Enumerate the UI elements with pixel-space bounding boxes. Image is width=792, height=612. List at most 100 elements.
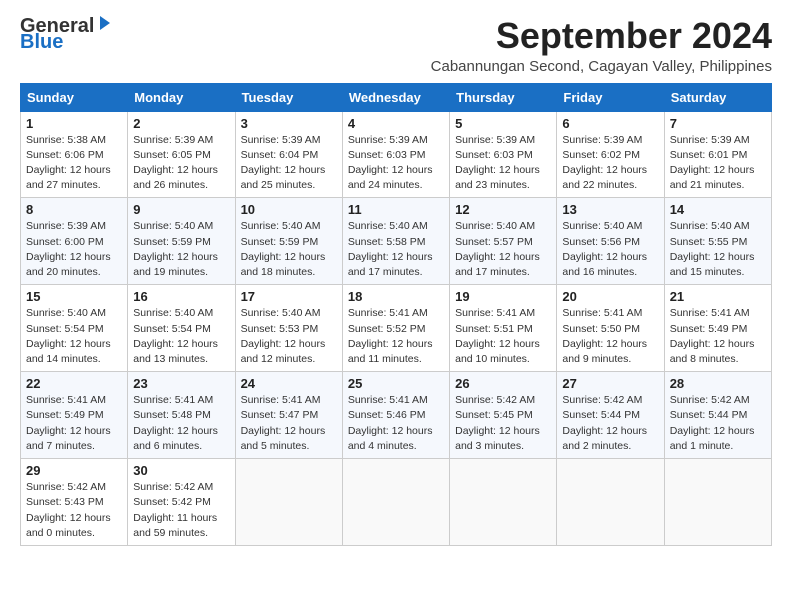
weekday-header-monday: Monday bbox=[128, 83, 235, 111]
calendar-cell: 19 Sunrise: 5:41 AM Sunset: 5:51 PM Dayli… bbox=[450, 285, 557, 372]
day-info: Sunrise: 5:42 AM Sunset: 5:42 PM Dayligh… bbox=[133, 480, 229, 541]
day-info: Sunrise: 5:40 AM Sunset: 5:54 PM Dayligh… bbox=[133, 306, 229, 367]
calendar-cell: 27Sunrise: 5:42 AM Sunset: 5:44 PM Dayli… bbox=[557, 372, 664, 459]
calendar-cell: 11Sunrise: 5:40 AM Sunset: 5:58 PM Dayli… bbox=[342, 198, 449, 285]
day-number: 28 bbox=[670, 376, 766, 391]
calendar-cell: 9Sunrise: 5:40 AM Sunset: 5:59 PM Daylig… bbox=[128, 198, 235, 285]
day-number: 18 bbox=[348, 289, 444, 304]
day-info: Sunrise: 5:42 AM Sunset: 5:44 PM Dayligh… bbox=[562, 393, 658, 454]
day-info: Sunrise: 5:40 AM Sunset: 5:57 PM Dayligh… bbox=[455, 219, 551, 280]
calendar-week-2: 8Sunrise: 5:39 AM Sunset: 6:00 PM Daylig… bbox=[21, 198, 772, 285]
title-block: September 2024 Cabannungan Second, Cagay… bbox=[431, 16, 772, 75]
day-number: 4 bbox=[348, 116, 444, 131]
calendar-week-5: 29Sunrise: 5:42 AM Sunset: 5:43 PM Dayli… bbox=[21, 459, 772, 546]
calendar-cell bbox=[557, 459, 664, 546]
day-info: Sunrise: 5:40 AM Sunset: 5:59 PM Dayligh… bbox=[241, 219, 337, 280]
day-number: 29 bbox=[26, 463, 122, 478]
day-number: 26 bbox=[455, 376, 551, 391]
day-info: Sunrise: 5:40 AM Sunset: 5:54 PM Dayligh… bbox=[26, 306, 122, 367]
day-number: 14 bbox=[670, 202, 766, 217]
day-info: Sunrise: 5:41 AM Sunset: 5:49 PM Dayligh… bbox=[26, 393, 122, 454]
calendar-header-row: SundayMondayTuesdayWednesdayThursdayFrid… bbox=[21, 83, 772, 111]
day-info: Sunrise: 5:41 AM Sunset: 5:51 PM Dayligh… bbox=[455, 306, 551, 367]
day-number: 24 bbox=[241, 376, 337, 391]
calendar-cell: 26 Sunrise: 5:42 AM Sunset: 5:45 PM Dayli… bbox=[450, 372, 557, 459]
calendar-cell: 14 Sunrise: 5:40 AM Sunset: 5:55 PM Dayli… bbox=[664, 198, 771, 285]
day-number: 21 bbox=[670, 289, 766, 304]
day-number: 15 bbox=[26, 289, 122, 304]
day-number: 17 bbox=[241, 289, 337, 304]
calendar-cell bbox=[235, 459, 342, 546]
day-info: Sunrise: 5:39 AM Sunset: 6:03 PM Dayligh… bbox=[348, 133, 444, 194]
day-info: Sunrise: 5:39 AM Sunset: 6:02 PM Dayligh… bbox=[562, 133, 658, 194]
calendar-cell: 6 Sunrise: 5:39 AM Sunset: 6:02 PM Daylig… bbox=[557, 111, 664, 198]
day-number: 16 bbox=[133, 289, 229, 304]
calendar-cell: 8Sunrise: 5:39 AM Sunset: 6:00 PM Daylig… bbox=[21, 198, 128, 285]
day-number: 22 bbox=[26, 376, 122, 391]
day-info: Sunrise: 5:40 AM Sunset: 5:59 PM Dayligh… bbox=[133, 219, 229, 280]
calendar-cell: 15 Sunrise: 5:40 AM Sunset: 5:54 PM Dayli… bbox=[21, 285, 128, 372]
weekday-header-saturday: Saturday bbox=[664, 83, 771, 111]
calendar-cell: 10 Sunrise: 5:40 AM Sunset: 5:59 PM Dayli… bbox=[235, 198, 342, 285]
calendar-cell: 4 Sunrise: 5:39 AM Sunset: 6:03 PM Daylig… bbox=[342, 111, 449, 198]
day-number: 30 bbox=[133, 463, 229, 478]
day-number: 11 bbox=[348, 202, 444, 217]
weekday-header-friday: Friday bbox=[557, 83, 664, 111]
calendar-cell: 12 Sunrise: 5:40 AM Sunset: 5:57 PM Dayli… bbox=[450, 198, 557, 285]
calendar-cell: 13 Sunrise: 5:40 AM Sunset: 5:56 PM Dayli… bbox=[557, 198, 664, 285]
day-info: Sunrise: 5:39 AM Sunset: 6:04 PM Dayligh… bbox=[241, 133, 337, 194]
logo-blue: Blue bbox=[20, 32, 63, 52]
day-info: Sunrise: 5:41 AM Sunset: 5:46 PM Dayligh… bbox=[348, 393, 444, 454]
calendar-week-4: 22 Sunrise: 5:41 AM Sunset: 5:49 PM Dayli… bbox=[21, 372, 772, 459]
day-number: 10 bbox=[241, 202, 337, 217]
calendar-cell bbox=[450, 459, 557, 546]
calendar-cell: 24 Sunrise: 5:41 AM Sunset: 5:47 PM Dayli… bbox=[235, 372, 342, 459]
day-number: 5 bbox=[455, 116, 551, 131]
calendar-cell: 16 Sunrise: 5:40 AM Sunset: 5:54 PM Dayli… bbox=[128, 285, 235, 372]
calendar-cell: 22 Sunrise: 5:41 AM Sunset: 5:49 PM Dayli… bbox=[21, 372, 128, 459]
day-number: 12 bbox=[455, 202, 551, 217]
calendar-cell: 21 Sunrise: 5:41 AM Sunset: 5:49 PM Dayli… bbox=[664, 285, 771, 372]
calendar-cell: 23 Sunrise: 5:41 AM Sunset: 5:48 PM Dayli… bbox=[128, 372, 235, 459]
day-info: Sunrise: 5:41 AM Sunset: 5:48 PM Dayligh… bbox=[133, 393, 229, 454]
day-number: 1 bbox=[26, 116, 122, 131]
calendar-cell: 28 Sunrise: 5:42 AM Sunset: 5:44 PM Dayli… bbox=[664, 372, 771, 459]
weekday-header-wednesday: Wednesday bbox=[342, 83, 449, 111]
day-info: Sunrise: 5:38 AM Sunset: 6:06 PM Dayligh… bbox=[26, 133, 122, 194]
logo: General Blue bbox=[20, 16, 114, 52]
calendar-cell: 5 Sunrise: 5:39 AM Sunset: 6:03 PM Daylig… bbox=[450, 111, 557, 198]
day-number: 8 bbox=[26, 202, 122, 217]
day-number: 6 bbox=[562, 116, 658, 131]
month-title: September 2024 bbox=[431, 16, 772, 56]
logo-arrow-icon bbox=[96, 14, 114, 32]
day-info: Sunrise: 5:40 AM Sunset: 5:56 PM Dayligh… bbox=[562, 219, 658, 280]
calendar-cell: 7Sunrise: 5:39 AM Sunset: 6:01 PM Daylig… bbox=[664, 111, 771, 198]
calendar-cell: 18Sunrise: 5:41 AM Sunset: 5:52 PM Dayli… bbox=[342, 285, 449, 372]
weekday-header-thursday: Thursday bbox=[450, 83, 557, 111]
day-number: 2 bbox=[133, 116, 229, 131]
calendar-cell bbox=[664, 459, 771, 546]
calendar-cell: 1 Sunrise: 5:38 AM Sunset: 6:06 PM Daylig… bbox=[21, 111, 128, 198]
weekday-header-sunday: Sunday bbox=[21, 83, 128, 111]
day-info: Sunrise: 5:42 AM Sunset: 5:44 PM Dayligh… bbox=[670, 393, 766, 454]
day-info: Sunrise: 5:41 AM Sunset: 5:47 PM Dayligh… bbox=[241, 393, 337, 454]
calendar-cell: 29Sunrise: 5:42 AM Sunset: 5:43 PM Dayli… bbox=[21, 459, 128, 546]
calendar-cell: 20Sunrise: 5:41 AM Sunset: 5:50 PM Dayli… bbox=[557, 285, 664, 372]
calendar-week-3: 15 Sunrise: 5:40 AM Sunset: 5:54 PM Dayli… bbox=[21, 285, 772, 372]
day-number: 23 bbox=[133, 376, 229, 391]
calendar-cell: 25Sunrise: 5:41 AM Sunset: 5:46 PM Dayli… bbox=[342, 372, 449, 459]
day-info: Sunrise: 5:41 AM Sunset: 5:49 PM Dayligh… bbox=[670, 306, 766, 367]
calendar-cell: 17Sunrise: 5:40 AM Sunset: 5:53 PM Dayli… bbox=[235, 285, 342, 372]
day-number: 20 bbox=[562, 289, 658, 304]
day-info: Sunrise: 5:42 AM Sunset: 5:45 PM Dayligh… bbox=[455, 393, 551, 454]
calendar-cell: 30 Sunrise: 5:42 AM Sunset: 5:42 PM Dayli… bbox=[128, 459, 235, 546]
day-info: Sunrise: 5:39 AM Sunset: 6:01 PM Dayligh… bbox=[670, 133, 766, 194]
calendar-cell: 3Sunrise: 5:39 AM Sunset: 6:04 PM Daylig… bbox=[235, 111, 342, 198]
day-number: 19 bbox=[455, 289, 551, 304]
day-info: Sunrise: 5:39 AM Sunset: 6:03 PM Dayligh… bbox=[455, 133, 551, 194]
page-header: General Blue September 2024 Cabannungan … bbox=[20, 16, 772, 75]
day-info: Sunrise: 5:40 AM Sunset: 5:55 PM Dayligh… bbox=[670, 219, 766, 280]
calendar-table: SundayMondayTuesdayWednesdayThursdayFrid… bbox=[20, 83, 772, 546]
day-number: 13 bbox=[562, 202, 658, 217]
location-subtitle: Cabannungan Second, Cagayan Valley, Phil… bbox=[431, 58, 772, 75]
